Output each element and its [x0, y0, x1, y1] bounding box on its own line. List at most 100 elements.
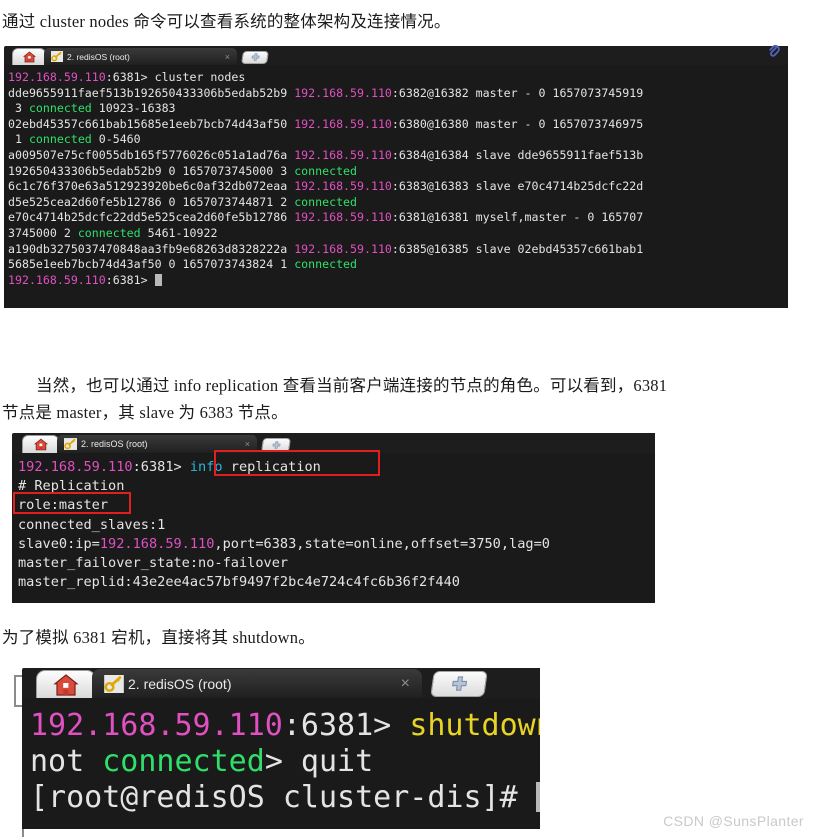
terminal-text: a009507e75cf0055db165f5776026c051a1ad76a: [8, 147, 295, 162]
terminal-text: 10923-16383: [91, 101, 176, 116]
terminal-1-tab-label: 2. redisOS (root): [67, 51, 130, 62]
terminal-line: 3745000 2 connected 5461-10922: [8, 226, 788, 242]
terminal-line: 1 connected 0-5460: [8, 132, 788, 148]
terminal-text: master_failover_state:no-failover: [18, 555, 289, 572]
paragraph-shutdown: 为了模拟 6381 宕机，直接将其 shutdown。: [2, 624, 792, 651]
terminal-text: connected: [294, 194, 358, 209]
terminal-1-tabbar: 2. redisOS (root) ×: [4, 44, 788, 65]
terminal-text: connected_slaves:1: [18, 516, 166, 533]
terminal-text: role:master: [18, 497, 109, 514]
terminal-text: ,port=6383,state=online,offset=3750,lag=…: [214, 535, 550, 552]
terminal-line: dde9655911faef513b192650433306b5edab52b9…: [8, 86, 788, 102]
home-icon: [33, 438, 48, 451]
terminal-line: 3 connected 10923-16383: [8, 101, 788, 117]
terminal-text: :6381>: [105, 272, 155, 287]
terminal-text: :6381> cluster nodes: [105, 70, 246, 84]
terminal-text: 0-5460: [91, 132, 141, 147]
new-tab-button-2[interactable]: [261, 438, 291, 452]
terminal-text: 3745000 2: [8, 225, 78, 240]
plus-icon: [451, 675, 467, 691]
terminal-text: 192.168.59.110: [294, 85, 392, 100]
terminal-text: e70c4714b25dcfc22dd5e525cea2d60fe5b12786: [8, 210, 295, 225]
terminal-cursor: [154, 273, 162, 286]
terminal-text: 192.168.59.110: [294, 116, 392, 131]
terminal-text: 02ebd45357c661bab15685e1eeb7bcb74d43af50: [8, 116, 295, 131]
close-icon[interactable]: ×: [225, 52, 230, 62]
close-icon[interactable]: ×: [401, 675, 410, 693]
terminal-text: connected: [77, 225, 141, 240]
terminal-text: 192.168.59.110: [294, 241, 392, 256]
home-icon: [22, 51, 36, 63]
terminal-text: 1: [8, 132, 29, 147]
terminal-1-tab[interactable]: 2. redisOS (root) ×: [44, 48, 237, 65]
terminal-text: > quit: [264, 744, 374, 779]
terminal-text: # Replication: [18, 478, 125, 495]
terminal-line: # Replication: [18, 477, 655, 496]
terminal-line: 192.168.59.110:6381> cluster nodes: [8, 70, 788, 86]
terminal-line: slave0:ip=192.168.59.110,port=6383,state…: [18, 535, 655, 554]
paragraph-cluster-nodes: 通过 cluster nodes 命令可以查看系统的整体架构及连接情况。: [2, 8, 792, 35]
terminal-2-tabbar: 2. redisOS (root) ×: [12, 433, 655, 453]
plus-icon: [251, 53, 260, 61]
paragraph-3-text: 为了模拟 6381 宕机，直接将其 shutdown。: [2, 628, 315, 647]
new-tab-button[interactable]: [241, 51, 269, 64]
terminal-line: role:master: [18, 496, 655, 515]
terminal-text: connected: [28, 101, 92, 116]
terminal-text: 192.168.59.110: [8, 70, 106, 84]
terminal-window-1: 2. redisOS (root) × 192.168.59.110:6381>…: [4, 44, 788, 308]
terminal-text: :6384@16384 slave dde9655911faef513b: [391, 147, 644, 162]
terminal-line: a009507e75cf0055db165f5776026c051a1ad76a…: [8, 148, 788, 164]
home-tab-button-2[interactable]: [22, 435, 59, 453]
terminal-text: connected: [294, 257, 358, 272]
terminal-2-tab-label: 2. redisOS (root): [81, 439, 148, 449]
terminal-line: d5e525cea2d60fe5b12786 0 1657073744871 2…: [8, 195, 788, 211]
close-icon[interactable]: ×: [245, 439, 250, 449]
terminal-line: e70c4714b25dcfc22dd5e525cea2d60fe5b12786…: [8, 210, 788, 226]
home-tab-button-3[interactable]: [36, 670, 96, 698]
terminal-window-2: 2. redisOS (root) × 192.168.59.110:6381>…: [12, 433, 655, 603]
terminal-text: :6381@16381 myself,master - 0 165707: [391, 210, 644, 225]
terminal-text: 192650433306b5edab52b9 0 1657073745000 3: [8, 163, 295, 178]
terminal-text: 192.168.59.110: [294, 210, 392, 225]
terminal-line: 192.168.59.110:6381> info replication: [18, 458, 655, 477]
key-icon: [104, 674, 124, 693]
terminal-1-output[interactable]: 192.168.59.110:6381> cluster nodes dde965…: [4, 65, 788, 308]
terminal-text: :6381>: [132, 459, 190, 475]
terminal-line: 02ebd45357c661bab15685e1eeb7bcb74d43af50…: [8, 117, 788, 133]
terminal-cursor: [535, 782, 540, 812]
terminal-line: 192.168.59.110:6381>: [8, 273, 788, 289]
terminal-line: 6c1c76f370e63a512923920be6c0af32db072eaa…: [8, 179, 788, 195]
plus-icon: [272, 440, 281, 449]
terminal-3-output[interactable]: 192.168.59.110:6381> shutdown not connect…: [22, 698, 540, 829]
paperclip-icon[interactable]: [768, 44, 780, 63]
watermark: CSDN @SunsPlanter: [663, 813, 804, 829]
key-icon: [64, 438, 77, 450]
terminal-text: 5461-10922: [140, 225, 218, 240]
terminal-text: :6380@16380 master - 0 1657073746975: [391, 116, 644, 131]
paragraph-2-line-2: 节点是 master，其 slave 为 6383 节点。: [2, 403, 288, 422]
terminal-text: :6382@16382 master - 0 1657073745919: [391, 85, 644, 100]
terminal-text: 192.168.59.110: [294, 179, 392, 194]
terminal-text: 192.168.59.110: [8, 272, 106, 287]
terminal-text: info: [189, 459, 223, 475]
terminal-2-tab[interactable]: 2. redisOS (root) ×: [57, 435, 257, 453]
paragraph-1-text: 通过 cluster nodes 命令可以查看系统的整体架构及连接情况。: [2, 12, 451, 31]
new-tab-button-3[interactable]: [430, 671, 488, 697]
home-tab-button[interactable]: [12, 48, 46, 65]
key-icon: [51, 51, 63, 62]
terminal-3-tab-label: 2. redisOS (root): [128, 675, 232, 692]
terminal-text: 3: [8, 101, 29, 116]
terminal-text: :6381>: [282, 708, 410, 743]
terminal-text: 192.168.59.110: [294, 147, 392, 162]
terminal-line: [root@redisOS cluster-dis]#: [30, 780, 540, 816]
terminal-3-tab[interactable]: 2. redisOS (root) ×: [92, 669, 422, 698]
terminal-line: master_failover_state:no-failover: [18, 554, 655, 573]
terminal-window-3: 2. redisOS (root) × 192.168.59.110:6381>…: [22, 668, 540, 829]
terminal-text: 5685e1eeb7bcb74d43af50 0 1657073743824 1: [8, 257, 295, 272]
terminal-2-output[interactable]: 192.168.59.110:6381> info replication # R…: [12, 453, 655, 603]
terminal-text: connected: [102, 744, 265, 779]
terminal-line: a190db3275037470848aa3fb9e68263d8328222a…: [8, 242, 788, 258]
terminal-3-tabbar: 2. redisOS (root) ×: [22, 668, 540, 698]
terminal-text: dde9655911faef513b192650433306b5edab52b9: [8, 85, 295, 100]
paragraph-info-replication: 当然，也可以通过 info replication 查看当前客户端连接的节点的角…: [2, 372, 802, 426]
